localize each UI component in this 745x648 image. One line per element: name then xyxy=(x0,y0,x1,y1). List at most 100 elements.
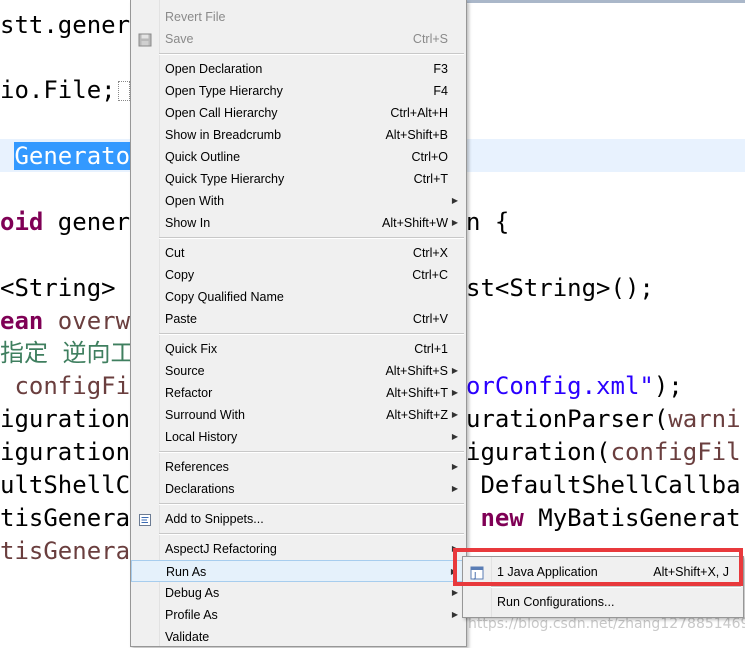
menu-item-local-history[interactable]: Local History ▶ xyxy=(131,426,466,448)
menu-item-quick-fix[interactable]: Quick Fix Ctrl+1 xyxy=(131,338,466,360)
menu-item-aspectj-refactoring[interactable]: AspectJ Refactoring ▶ xyxy=(131,538,466,560)
code-line: io.File; xyxy=(0,74,130,107)
menu-item-quick-outline[interactable]: Quick Outline Ctrl+O xyxy=(131,146,466,168)
code-token: tisGenera xyxy=(0,537,131,565)
menu-item-debug-as[interactable]: Debug As ▶ xyxy=(131,582,466,604)
menu-item-cut[interactable]: Cut Ctrl+X xyxy=(131,242,466,264)
menu-item-label: AspectJ Refactoring xyxy=(165,542,277,556)
code-line: iguration xyxy=(0,403,130,436)
code-token: io.File; xyxy=(0,76,116,104)
code-token: warni xyxy=(668,405,741,433)
submenu-arrow-icon: ▶ xyxy=(451,196,458,205)
menu-item-label: Open Call Hierarchy xyxy=(165,106,278,120)
menu-item-references[interactable]: References ▶ xyxy=(131,456,466,478)
menu-item-label: Local History xyxy=(165,430,238,444)
menu-item-refactor[interactable]: Refactor Alt+Shift+T ▶ xyxy=(131,382,466,404)
code-line: n { xyxy=(466,206,509,239)
menu-item-shortcut: Ctrl+S xyxy=(412,32,448,46)
menu-item-shortcut: Ctrl+T xyxy=(413,172,448,186)
menu-item-show-in-breadcrumb[interactable]: Show in Breadcrumb Alt+Shift+B xyxy=(131,124,466,146)
submenu-arrow-icon: ▶ xyxy=(451,462,458,471)
submenu-arrow-icon: ▶ xyxy=(451,410,458,419)
menu-item-copy[interactable]: Copy Ctrl+C xyxy=(131,264,466,286)
menu-item-shortcut: Ctrl+V xyxy=(412,312,448,326)
code-line: <String> xyxy=(0,272,116,305)
code-token: MyBatisGenerat xyxy=(523,504,741,532)
code-line: oid gener xyxy=(0,206,130,239)
menu-item-label: Copy Qualified Name xyxy=(165,290,284,304)
menu-item-profile-as[interactable]: Profile As ▶ xyxy=(131,604,466,626)
code-token: configFi xyxy=(0,372,131,400)
code-line: ultShellC xyxy=(0,469,130,502)
menu-item-surround-with[interactable]: Surround With Alt+Shift+Z ▶ xyxy=(131,404,466,426)
menu-item-paste[interactable]: Paste Ctrl+V xyxy=(131,308,466,330)
text-cursor-box xyxy=(117,81,130,101)
code-token: iguration xyxy=(0,405,131,433)
menu-item-label: Run Configurations... xyxy=(497,595,615,609)
menu-item-label: Quick Outline xyxy=(165,150,241,164)
menu-item-run-as[interactable]: Run As ▶ xyxy=(131,560,466,582)
menu-item-label: Paste xyxy=(165,312,197,326)
code-token: iguration( xyxy=(466,438,611,466)
menu-separator xyxy=(159,451,464,453)
code-token: ultShellC xyxy=(0,471,131,499)
menu-item-add-to-snippets[interactable]: Add to Snippets... xyxy=(131,508,466,530)
save-icon xyxy=(138,32,152,47)
code-line: DefaultShellCallba xyxy=(466,469,741,502)
menu-item-label: Declarations xyxy=(165,482,235,496)
menu-item-source[interactable]: Source Alt+Shift+S ▶ xyxy=(131,360,466,382)
menu-item-validate[interactable]: Validate xyxy=(131,626,466,648)
submenu-arrow-icon: ▶ xyxy=(451,218,458,227)
menu-item-label: Add to Snippets... xyxy=(165,512,264,526)
menu-item-shortcut: Alt+Shift+W xyxy=(382,216,448,230)
code-line: st<String>(); xyxy=(466,272,654,305)
code-token: orConfig.xml"); xyxy=(466,372,683,400)
code-token: ean xyxy=(0,307,44,335)
editor-tab-strip xyxy=(465,0,745,3)
menu-item-label: Debug As xyxy=(165,586,220,600)
code-token: gener xyxy=(43,208,131,236)
menu-item-shortcut: Alt+Shift+T xyxy=(386,386,448,400)
menu-separator xyxy=(159,53,464,55)
code-line: stt.gener xyxy=(0,9,130,42)
menu-item-open-with[interactable]: Open With ▶ xyxy=(131,190,466,212)
code-token: overw xyxy=(43,307,131,335)
menu-item-save[interactable]: Save Ctrl+S xyxy=(131,28,466,50)
menu-item-quick-type-hierarchy[interactable]: Quick Type Hierarchy Ctrl+T xyxy=(131,168,466,190)
menu-separator xyxy=(159,333,464,335)
code-line: new MyBatisGenerat xyxy=(466,502,741,535)
menu-item-label: Open Declaration xyxy=(165,62,263,76)
code-token: stt.gener xyxy=(0,11,131,39)
menu-item-shortcut: Alt+Shift+Z xyxy=(386,408,448,422)
menu-item-label: Open With xyxy=(165,194,225,208)
menu-item-run-configurations[interactable]: Run Configurations... xyxy=(463,591,743,613)
menu-item-label: Quick Type Hierarchy xyxy=(165,172,285,186)
menu-item-label: Run As xyxy=(166,565,207,579)
code-token: new xyxy=(480,504,524,532)
code-line: tisGenera xyxy=(0,502,130,535)
menu-item-revert-file[interactable]: Revert File xyxy=(131,6,466,28)
menu-item-label: Copy xyxy=(165,268,195,282)
code-line: Generato xyxy=(0,140,131,173)
code-line: iguration xyxy=(0,436,130,469)
code-line: ean overw xyxy=(0,305,130,338)
code-token: tisGenera xyxy=(0,504,131,532)
code-token: DefaultShellCallba xyxy=(466,471,741,499)
snippet-icon xyxy=(138,512,152,526)
annotation-highlight-box xyxy=(453,548,743,586)
menu-item-open-call-hierarchy[interactable]: Open Call Hierarchy Ctrl+Alt+H xyxy=(131,102,466,124)
menu-item-declarations[interactable]: Declarations ▶ xyxy=(131,478,466,500)
menu-item-label: Open Type Hierarchy xyxy=(165,84,283,98)
menu-item-label: Profile As xyxy=(165,608,218,622)
menu-item-open-declaration[interactable]: Open Declaration F3 xyxy=(131,58,466,80)
submenu-arrow-icon: ▶ xyxy=(451,366,458,375)
menu-item-copy-qualified-name[interactable]: Copy Qualified Name xyxy=(131,286,466,308)
submenu-arrow-icon: ▶ xyxy=(451,432,458,441)
menu-item-label: Show in Breadcrumb xyxy=(165,128,282,142)
menu-item-label: Refactor xyxy=(165,386,213,400)
menu-separator xyxy=(159,237,464,239)
menu-separator xyxy=(159,503,464,505)
menu-item-open-type-hierarchy[interactable]: Open Type Hierarchy F4 xyxy=(131,80,466,102)
code-token: configFil xyxy=(610,438,741,466)
menu-item-show-in[interactable]: Show In Alt+Shift+W ▶ xyxy=(131,212,466,234)
